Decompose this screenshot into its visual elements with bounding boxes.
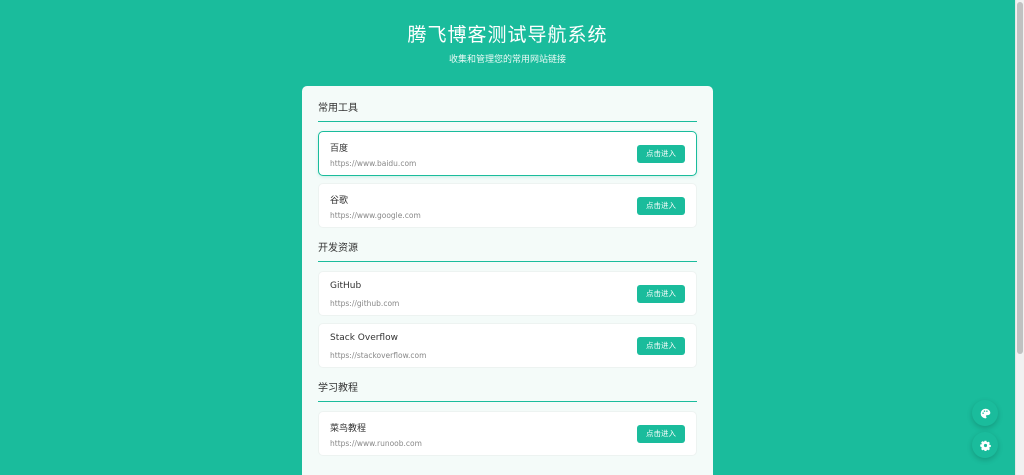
link-name: 谷歌: [330, 196, 349, 206]
page-title: 腾飞博客测试导航系统: [407, 24, 608, 46]
link-url: https://github.com: [330, 299, 400, 308]
enter-button[interactable]: 点击进入: [637, 337, 685, 355]
link-card-google[interactable]: 谷歌 https://www.google.com 点击进入: [318, 183, 697, 228]
link-card-github[interactable]: GitHub https://github.com 点击进入: [318, 271, 697, 316]
section-tools: 常用工具 百度 https://www.baidu.com 点击进入 谷歌 ht…: [318, 102, 697, 228]
section-title: 常用工具: [318, 102, 697, 122]
link-name: GitHub: [330, 281, 362, 291]
theme-button[interactable]: [972, 400, 998, 426]
enter-button[interactable]: 点击进入: [637, 425, 685, 443]
link-card-stackoverflow[interactable]: Stack Overflow https://stackoverflow.com…: [318, 323, 697, 368]
enter-button[interactable]: 点击进入: [637, 197, 685, 215]
enter-button[interactable]: 点击进入: [637, 285, 685, 303]
link-card-baidu[interactable]: 百度 https://www.baidu.com 点击进入: [318, 131, 697, 176]
link-name: Stack Overflow: [330, 333, 398, 343]
link-url: https://stackoverflow.com: [330, 351, 427, 360]
section-learning: 学习教程 菜鸟教程 https://www.runoob.com 点击进入: [318, 382, 697, 456]
gear-icon: [979, 436, 991, 455]
settings-button[interactable]: [972, 432, 998, 458]
scrollbar-thumb[interactable]: [1017, 2, 1023, 354]
enter-button[interactable]: 点击进入: [637, 145, 685, 163]
link-url: https://www.baidu.com: [330, 159, 417, 168]
link-name: 百度: [330, 144, 349, 154]
link-name: 菜鸟教程: [330, 424, 367, 434]
section-title: 学习教程: [318, 382, 697, 402]
page-scrollbar[interactable]: [1015, 0, 1024, 475]
nav-panel: 常用工具 百度 https://www.baidu.com 点击进入 谷歌 ht…: [302, 86, 713, 475]
link-url: https://www.google.com: [330, 211, 421, 220]
section-title: 开发资源: [318, 242, 697, 262]
palette-icon: [980, 404, 991, 423]
link-card-runoob[interactable]: 菜鸟教程 https://www.runoob.com 点击进入: [318, 411, 697, 456]
page-subtitle: 收集和管理您的常用网站链接: [448, 55, 566, 65]
section-dev: 开发资源 GitHub https://github.com 点击进入 Stac…: [318, 242, 697, 368]
link-url: https://www.runoob.com: [330, 439, 422, 448]
